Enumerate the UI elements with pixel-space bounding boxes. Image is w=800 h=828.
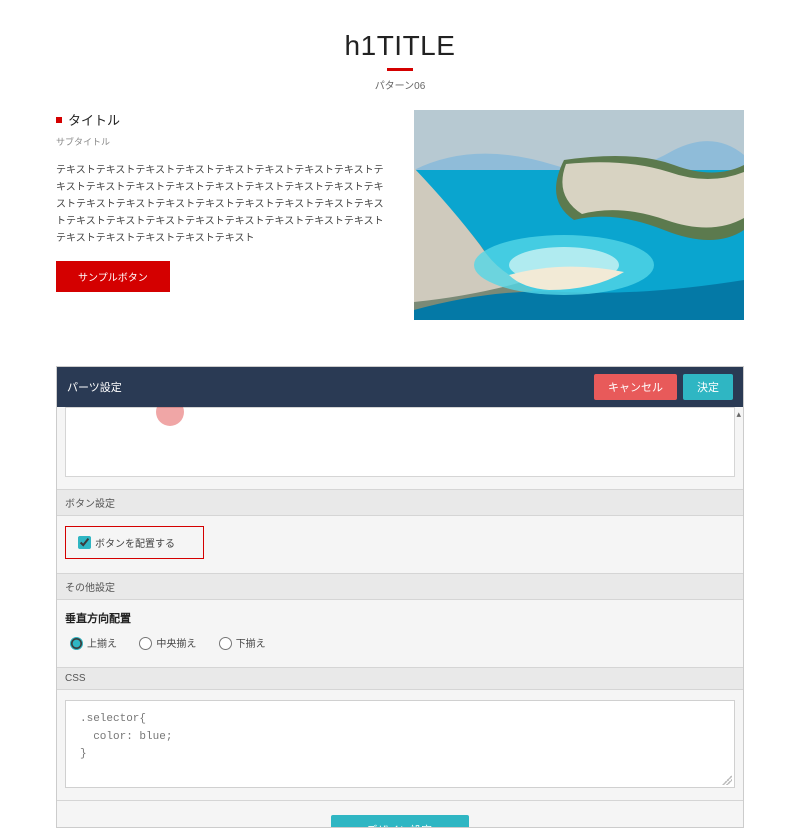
valign-middle-option[interactable]: 中央揃え: [134, 634, 196, 650]
page-title: h1TITLE: [56, 30, 744, 62]
css-textarea[interactable]: .selector{ color: blue; }: [65, 700, 735, 788]
preview-area: h1TITLE パターン06 タイトル サブタイトル テキストテキストテキストテ…: [0, 0, 800, 336]
two-column-layout: タイトル サブタイトル テキストテキストテキストテキストテキストテキストテキスト…: [56, 110, 744, 320]
cancel-button[interactable]: キャンセル: [594, 374, 677, 400]
valign-bottom-label: 下揃え: [236, 635, 266, 650]
text-column: タイトル サブタイトル テキストテキストテキストテキストテキストテキストテキスト…: [56, 110, 390, 320]
css-section-label: CSS: [57, 667, 743, 690]
title-underline: [387, 68, 413, 71]
placeholder-circle-icon: [156, 407, 184, 426]
valign-radio-group: 上揃え 中央揃え 下揃え: [65, 634, 735, 653]
scroll-up-icon[interactable]: ▴: [736, 409, 741, 420]
valign-top-radio[interactable]: [70, 637, 83, 650]
place-button-label: ボタンを配置する: [95, 535, 175, 550]
place-button-checkbox[interactable]: ボタンを配置する: [74, 533, 175, 552]
preview-box: [65, 407, 735, 477]
valign-top-option[interactable]: 上揃え: [65, 634, 117, 650]
css-content: .selector{ color: blue; }: [80, 713, 172, 760]
resize-handle-icon[interactable]: [722, 775, 732, 785]
valign-heading: 垂直方向配置: [65, 610, 735, 626]
valign-bottom-option[interactable]: 下揃え: [214, 634, 266, 650]
place-button-input[interactable]: [78, 536, 91, 549]
pattern-label: パターン06: [56, 77, 744, 92]
valign-middle-radio[interactable]: [139, 637, 152, 650]
back-to-design-button[interactable]: « デザイン設定へ: [331, 815, 469, 827]
panel-title: パーツ設定: [67, 379, 122, 395]
sample-button[interactable]: サンプルボタン: [56, 261, 170, 292]
valign-middle-label: 中央揃え: [156, 635, 196, 650]
section-subtitle: サブタイトル: [56, 135, 390, 148]
panel-body: ▴ ボタン設定 ボタンを配置する その他設定 垂直方向配置 上揃え: [57, 407, 743, 827]
beach-cove-image: [414, 110, 744, 320]
section-title-row: タイトル: [56, 110, 390, 129]
square-bullet-icon: [56, 117, 62, 123]
highlighted-option: ボタンを配置する: [65, 526, 204, 559]
section-title: タイトル: [68, 113, 120, 128]
hero: h1TITLE パターン06: [56, 30, 744, 92]
button-settings-body: ボタンを配置する: [57, 516, 743, 573]
valign-bottom-radio[interactable]: [219, 637, 232, 650]
panel-header: パーツ設定 キャンセル 決定: [57, 367, 743, 407]
button-settings-label: ボタン設定: [57, 489, 743, 516]
other-settings-label: その他設定: [57, 573, 743, 600]
panel-footer: « デザイン設定へ: [57, 800, 743, 827]
valign-top-label: 上揃え: [87, 635, 117, 650]
body-text: テキストテキストテキストテキストテキストテキストテキストテキストテキストテキスト…: [56, 162, 390, 247]
settings-panel: パーツ設定 キャンセル 決定 ▴ ボタン設定 ボタンを配置する その他設定 垂直…: [56, 366, 744, 828]
image-column: [414, 110, 744, 320]
ok-button[interactable]: 決定: [683, 374, 733, 400]
other-settings-body: 垂直方向配置 上揃え 中央揃え 下揃え: [57, 600, 743, 667]
